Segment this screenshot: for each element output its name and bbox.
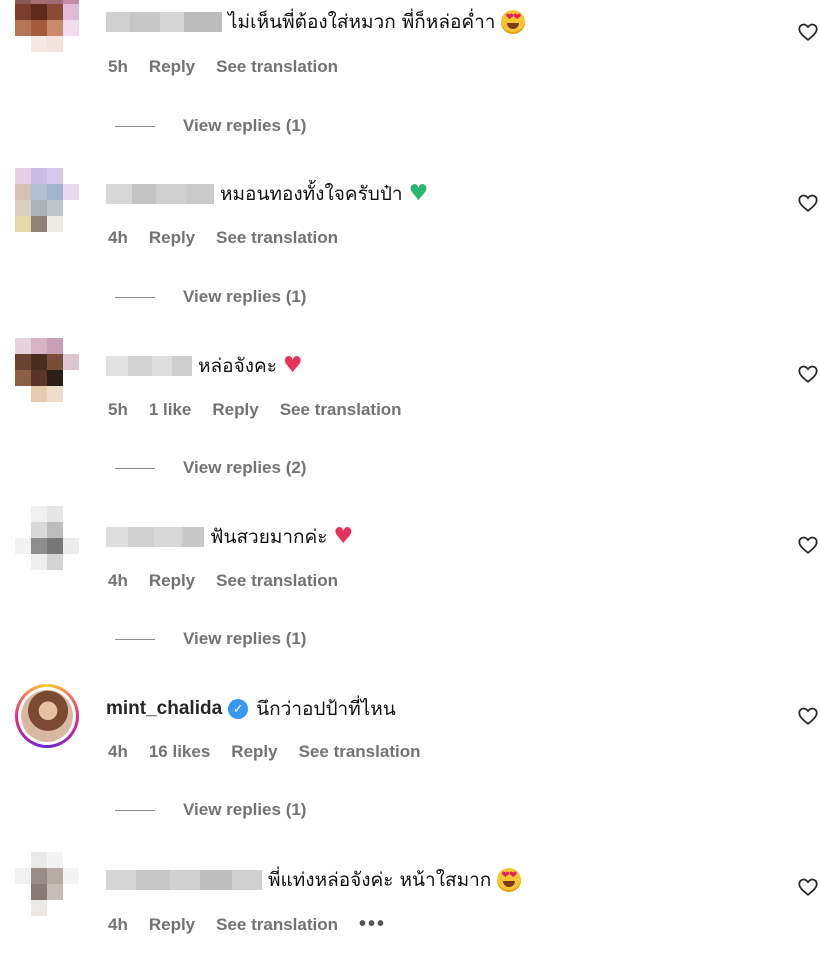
see-translation-button[interactable]: See translation xyxy=(299,742,421,762)
comment-text: หมอนทองทั้งใจครับป๋า xyxy=(220,183,403,205)
see-translation-button[interactable]: See translation xyxy=(280,400,402,420)
reply-button[interactable]: Reply xyxy=(212,400,258,420)
view-replies-label: View replies (1) xyxy=(183,287,307,306)
comment-time[interactable]: 5h xyxy=(108,57,128,77)
reply-button[interactable]: Reply xyxy=(231,742,277,762)
reply-button[interactable]: Reply xyxy=(149,57,195,77)
username[interactable]: mint_chalida xyxy=(106,698,222,720)
heart-like-icon[interactable] xyxy=(797,705,819,727)
reply-button[interactable]: Reply xyxy=(149,571,195,591)
blurred-username[interactable] xyxy=(106,12,222,32)
red-heart-emoji-icon: ♥ xyxy=(282,353,303,378)
divider xyxy=(115,296,155,298)
reply-button[interactable]: Reply xyxy=(149,915,195,935)
blurred-username[interactable] xyxy=(106,184,214,204)
view-replies-button[interactable]: View replies (1) xyxy=(115,287,306,307)
comment-time[interactable]: 4h xyxy=(108,915,128,935)
avatar[interactable] xyxy=(15,338,79,402)
divider xyxy=(115,467,155,469)
heart-like-icon[interactable] xyxy=(797,363,819,385)
green-heart-emoji-icon: ♥ xyxy=(408,181,429,206)
divider xyxy=(115,638,155,640)
blurred-avatar-image xyxy=(15,338,79,402)
blurred-avatar-image xyxy=(15,506,79,570)
blurred-username[interactable] xyxy=(106,356,192,376)
comment-time[interactable]: 4h xyxy=(108,742,128,762)
divider xyxy=(115,125,155,127)
comment-text: ฟันสวยมากค่ะ xyxy=(210,526,328,548)
blurred-avatar-image xyxy=(15,0,79,52)
avatar[interactable] xyxy=(15,506,79,570)
like-count[interactable]: 16 likes xyxy=(149,742,210,762)
view-replies-label: View replies (1) xyxy=(183,800,307,819)
avatar[interactable] xyxy=(15,684,79,748)
view-replies-button[interactable]: View replies (1) xyxy=(115,629,306,649)
heart-like-icon[interactable] xyxy=(797,192,819,214)
blurred-avatar-image xyxy=(15,168,79,232)
view-replies-button[interactable]: View replies (1) xyxy=(115,800,306,820)
heart-eyes-emoji-icon xyxy=(501,10,526,34)
verified-badge-icon: ✓ xyxy=(228,699,249,719)
comment-text: พี่แท่งหล่อจังค่ะ หน้าใสมาก xyxy=(268,869,492,891)
avatar[interactable] xyxy=(15,852,79,916)
view-replies-label: View replies (2) xyxy=(183,458,307,477)
comment-time[interactable]: 4h xyxy=(108,228,128,248)
comment-time[interactable]: 5h xyxy=(108,400,128,420)
heart-like-icon[interactable] xyxy=(797,21,819,43)
avatar-frame xyxy=(18,687,76,745)
avatar[interactable] xyxy=(15,168,79,232)
see-translation-button[interactable]: See translation xyxy=(216,228,338,248)
more-options-button[interactable]: ••• xyxy=(359,913,386,936)
view-replies-button[interactable]: View replies (1) xyxy=(115,116,306,136)
see-translation-button[interactable]: See translation xyxy=(216,915,338,935)
heart-like-icon[interactable] xyxy=(797,876,819,898)
avatar[interactable] xyxy=(15,0,79,52)
heart-eyes-emoji-icon xyxy=(497,868,522,892)
view-replies-label: View replies (1) xyxy=(183,629,307,648)
comment-text: นึกว่าอปป้าที่ไหน xyxy=(256,698,396,720)
red-heart-emoji-icon: ♥ xyxy=(333,524,354,549)
blurred-username[interactable] xyxy=(106,870,262,890)
see-translation-button[interactable]: See translation xyxy=(216,57,338,77)
story-ring xyxy=(15,684,79,748)
divider xyxy=(115,809,155,811)
view-replies-label: View replies (1) xyxy=(183,116,307,135)
comment-time[interactable]: 4h xyxy=(108,571,128,591)
blurred-avatar-image xyxy=(15,852,79,916)
reply-button[interactable]: Reply xyxy=(149,228,195,248)
see-translation-button[interactable]: See translation xyxy=(216,571,338,591)
heart-like-icon[interactable] xyxy=(797,534,819,556)
like-count[interactable]: 1 like xyxy=(149,400,192,420)
comment-text: หล่อจังคะ xyxy=(198,355,277,377)
comment-text: ไม่เห็นพี่ต้องใส่หมวก พี่ก็หล่อค่ำา xyxy=(228,11,496,33)
view-replies-button[interactable]: View replies (2) xyxy=(115,458,306,478)
blurred-username[interactable] xyxy=(106,527,204,547)
profile-photo xyxy=(21,690,73,742)
